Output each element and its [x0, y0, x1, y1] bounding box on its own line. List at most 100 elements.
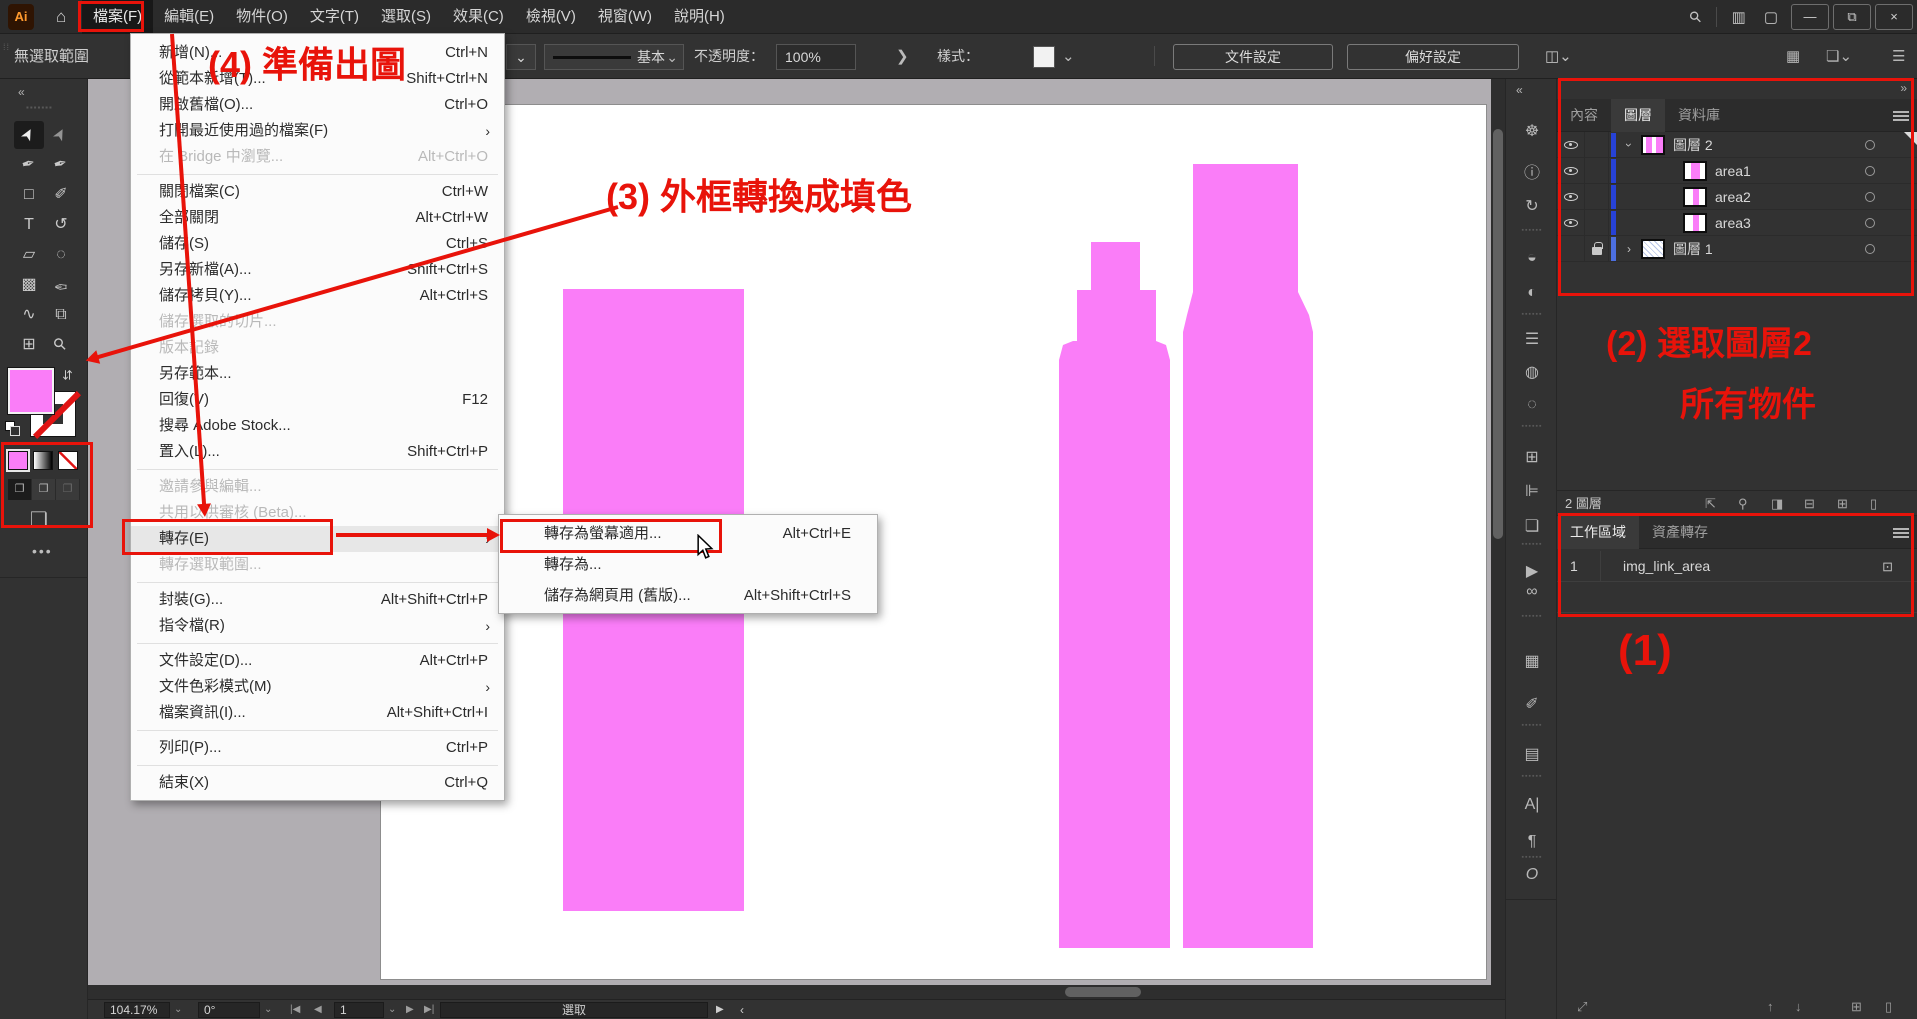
- target-circle-icon[interactable]: [1865, 218, 1875, 228]
- draw-behind-icon[interactable]: ❐: [32, 479, 56, 500]
- export-submenu-item[interactable]: 儲存為網頁用 (舊版)...Alt+Shift+Ctrl+S: [499, 580, 877, 611]
- new-layer-icon[interactable]: ⊞: [1837, 491, 1848, 517]
- home-icon[interactable]: ⌂: [56, 0, 66, 34]
- links-icon[interactable]: ∞: [1506, 583, 1558, 601]
- minimize-button[interactable]: —: [1791, 4, 1829, 30]
- file-menu-item[interactable]: 列印(P)...Ctrl+P: [131, 735, 504, 761]
- default-fill-stroke-icon[interactable]: [5, 421, 21, 437]
- file-menu-item[interactable]: 全部關閉Alt+Ctrl+W: [131, 205, 504, 231]
- panel-grip[interactable]: ▪▪▪▪▪▪: [1516, 854, 1548, 861]
- color-icon[interactable]: ◒: [1506, 249, 1558, 267]
- panel-grip[interactable]: ▪▪▪▪▪▪: [1516, 773, 1548, 780]
- file-menu-item[interactable]: 封裝(G)...Alt+Shift+Ctrl+P: [131, 587, 504, 613]
- app-logo-icon[interactable]: Ai: [8, 4, 34, 30]
- brushes-icon[interactable]: ✐: [1506, 694, 1558, 714]
- actions-icon[interactable]: ▶: [1506, 561, 1558, 581]
- character-icon[interactable]: A|: [1506, 796, 1558, 814]
- expand-panels-icon[interactable]: »: [1900, 81, 1907, 95]
- arrange-documents-icon[interactable]: ❏⌄: [1826, 34, 1852, 79]
- scrollbar-thumb[interactable]: [1065, 987, 1141, 997]
- gradient-button[interactable]: [33, 451, 53, 470]
- file-menu-item[interactable]: 檔案資訊(I)...Alt+Shift+Ctrl+I: [131, 700, 504, 726]
- workspace-menu-icon[interactable]: ☰: [1892, 34, 1905, 79]
- panel-menu-icon[interactable]: [1893, 528, 1909, 530]
- file-menu-item[interactable]: 儲存選取的切片...: [131, 309, 504, 335]
- horizontal-scrollbar[interactable]: [88, 985, 1505, 1000]
- target-circle-icon[interactable]: [1865, 140, 1875, 150]
- visibility-cell[interactable]: [1557, 158, 1585, 184]
- pathfinder-icon[interactable]: ❏: [1506, 516, 1558, 536]
- stroke-icon[interactable]: ☰: [1506, 329, 1558, 349]
- new-sublayer-icon[interactable]: ⊟: [1804, 491, 1815, 517]
- artboard-number[interactable]: 1: [334, 1002, 384, 1018]
- color-button[interactable]: [8, 451, 28, 470]
- collapse-panels-icon[interactable]: «: [1506, 83, 1558, 97]
- menu-f[interactable]: 檔案(F): [82, 0, 153, 34]
- menu-t[interactable]: 文字(T): [299, 0, 370, 34]
- search-icon[interactable]: ⚲: [1685, 7, 1706, 28]
- swatches-icon[interactable]: ▦: [1506, 651, 1558, 671]
- layer-name[interactable]: area1: [1715, 158, 1751, 184]
- history-icon[interactable]: ↻: [1506, 196, 1558, 216]
- rotate-tool[interactable]: ↺: [46, 211, 76, 239]
- menu-o[interactable]: 物件(O): [225, 0, 299, 34]
- file-menu-item[interactable]: 打開最近使用過的檔案(F)›: [131, 118, 504, 144]
- lock-cell[interactable]: [1585, 184, 1609, 210]
- lock-cell[interactable]: [1585, 210, 1609, 236]
- direct-selection-tool[interactable]: ➤: [46, 121, 76, 149]
- panel-grip[interactable]: ▪▪▪▪▪▪: [1516, 613, 1548, 620]
- draw-normal-icon[interactable]: ❐: [8, 479, 32, 500]
- panel-grip[interactable]: ▪▪▪▪▪▪: [1516, 311, 1548, 318]
- gradient-panel-icon[interactable]: ▤: [1506, 744, 1558, 764]
- paragraph-icon[interactable]: ¶: [1506, 833, 1558, 851]
- tab-layers[interactable]: 圖層: [1611, 99, 1665, 132]
- file-menu-item[interactable]: 關閉檔案(C)Ctrl+W: [131, 179, 504, 205]
- file-menu-item[interactable]: 共用以供審核 (Beta)...: [131, 500, 504, 526]
- file-menu-item[interactable]: 在 Bridge 中瀏覽...Alt+Ctrl+O: [131, 144, 504, 170]
- opacity-stepper[interactable]: ❯: [896, 34, 909, 79]
- layer-name[interactable]: area2: [1715, 184, 1751, 210]
- layer-thumbnail[interactable]: [1683, 213, 1707, 233]
- artboard-row[interactable]: 1img_link_area⊡: [1557, 551, 1917, 582]
- tab-libraries[interactable]: 資料庫: [1665, 99, 1733, 132]
- panel-grip[interactable]: ▪▪▪▪▪▪▪: [26, 103, 53, 112]
- target-circle-icon[interactable]: [1865, 166, 1875, 176]
- layout-icon[interactable]: ▥: [1732, 8, 1746, 26]
- artboard-tool[interactable]: ⊞: [14, 331, 44, 359]
- layer-thumbnail[interactable]: [1683, 187, 1707, 207]
- layer-row[interactable]: area1: [1557, 158, 1917, 184]
- tab-content[interactable]: 內容: [1557, 99, 1611, 132]
- new-artboard-icon[interactable]: ⊞: [1851, 999, 1862, 1015]
- rotation-value[interactable]: 0°: [198, 1002, 260, 1018]
- rectangle-tool[interactable]: □: [14, 181, 44, 209]
- menu-v[interactable]: 檢視(V): [515, 0, 587, 34]
- file-menu-item[interactable]: 儲存(S)Ctrl+S: [131, 231, 504, 257]
- swap-fill-stroke-icon[interactable]: ⇆: [59, 370, 75, 381]
- layer-thumbnail[interactable]: [1641, 239, 1665, 259]
- artboard-name[interactable]: img_link_area: [1623, 551, 1710, 582]
- screen-mode-icon[interactable]: ❏: [30, 507, 48, 532]
- locate-object-icon[interactable]: ⚲: [1738, 491, 1748, 517]
- file-menu-item[interactable]: 結束(X)Ctrl+Q: [131, 770, 504, 796]
- visibility-cell[interactable]: [1557, 236, 1585, 262]
- layer-row[interactable]: ›圖層 1: [1557, 236, 1917, 262]
- preferences-button[interactable]: 偏好設定: [1347, 44, 1519, 70]
- eye-icon[interactable]: [1564, 167, 1578, 175]
- pen-tool[interactable]: ✒: [14, 151, 44, 179]
- gradient-icon[interactable]: ◐: [1506, 284, 1558, 302]
- file-menu-item[interactable]: 從範本新增(T)...Shift+Ctrl+N: [131, 66, 504, 92]
- document-window-icon[interactable]: ▢: [1764, 8, 1778, 26]
- target-circle-icon[interactable]: [1865, 244, 1875, 254]
- file-menu-item[interactable]: 邀請參與編輯...: [131, 474, 504, 500]
- width-tool[interactable]: ∿: [14, 301, 44, 329]
- file-menu-item[interactable]: 另存新檔(A)...Shift+Ctrl+S: [131, 257, 504, 283]
- scrollbar-thumb[interactable]: [1493, 129, 1503, 539]
- export-submenu-item[interactable]: 轉存為...: [499, 549, 877, 580]
- stroke-style-dropdown[interactable]: 基本 ⌄: [544, 44, 684, 70]
- lock-cell[interactable]: [1585, 132, 1609, 158]
- rotation-dropdown-icon[interactable]: ⌄: [264, 1000, 272, 1019]
- menu-w[interactable]: 視窗(W): [587, 0, 663, 34]
- lock-cell[interactable]: [1585, 236, 1609, 262]
- file-menu-item[interactable]: 搜尋 Adobe Stock...: [131, 413, 504, 439]
- lock-cell[interactable]: [1585, 158, 1609, 184]
